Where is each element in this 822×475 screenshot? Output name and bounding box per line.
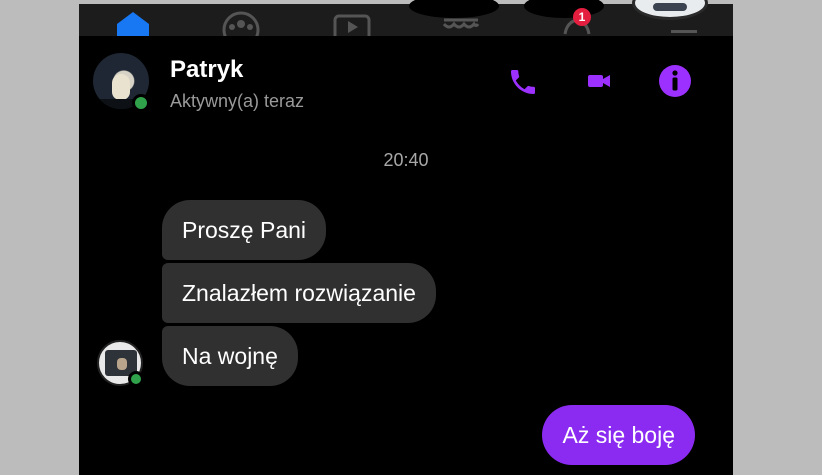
- video-call-icon[interactable]: [587, 70, 611, 97]
- left-margin: [0, 0, 79, 475]
- sender-online-indicator: [128, 371, 144, 387]
- contact-status: Aktywny(a) teraz: [170, 91, 305, 111]
- chat-header: Patryk Aktywny(a) teraz: [79, 36, 733, 136]
- incoming-message[interactable]: Na wojnę: [162, 326, 298, 386]
- incoming-message[interactable]: Proszę Pani: [162, 200, 327, 260]
- phone-icon[interactable]: [507, 66, 539, 103]
- contact-name[interactable]: Patryk: [170, 56, 243, 84]
- outgoing-message[interactable]: Aż się boję: [542, 405, 695, 465]
- top-nav-bar: 1: [79, 0, 733, 49]
- notification-badge: 1: [573, 8, 591, 26]
- message-timestamp: 20:40: [383, 150, 429, 170]
- incoming-message[interactable]: Znalazłem rozwiązanie: [162, 263, 436, 323]
- online-indicator: [132, 94, 150, 112]
- messenger-screen: 1 Patryk Aktywny(a) teraz 20:40 Proszę P…: [79, 0, 733, 475]
- right-margin: [733, 0, 822, 475]
- info-icon[interactable]: [658, 64, 692, 103]
